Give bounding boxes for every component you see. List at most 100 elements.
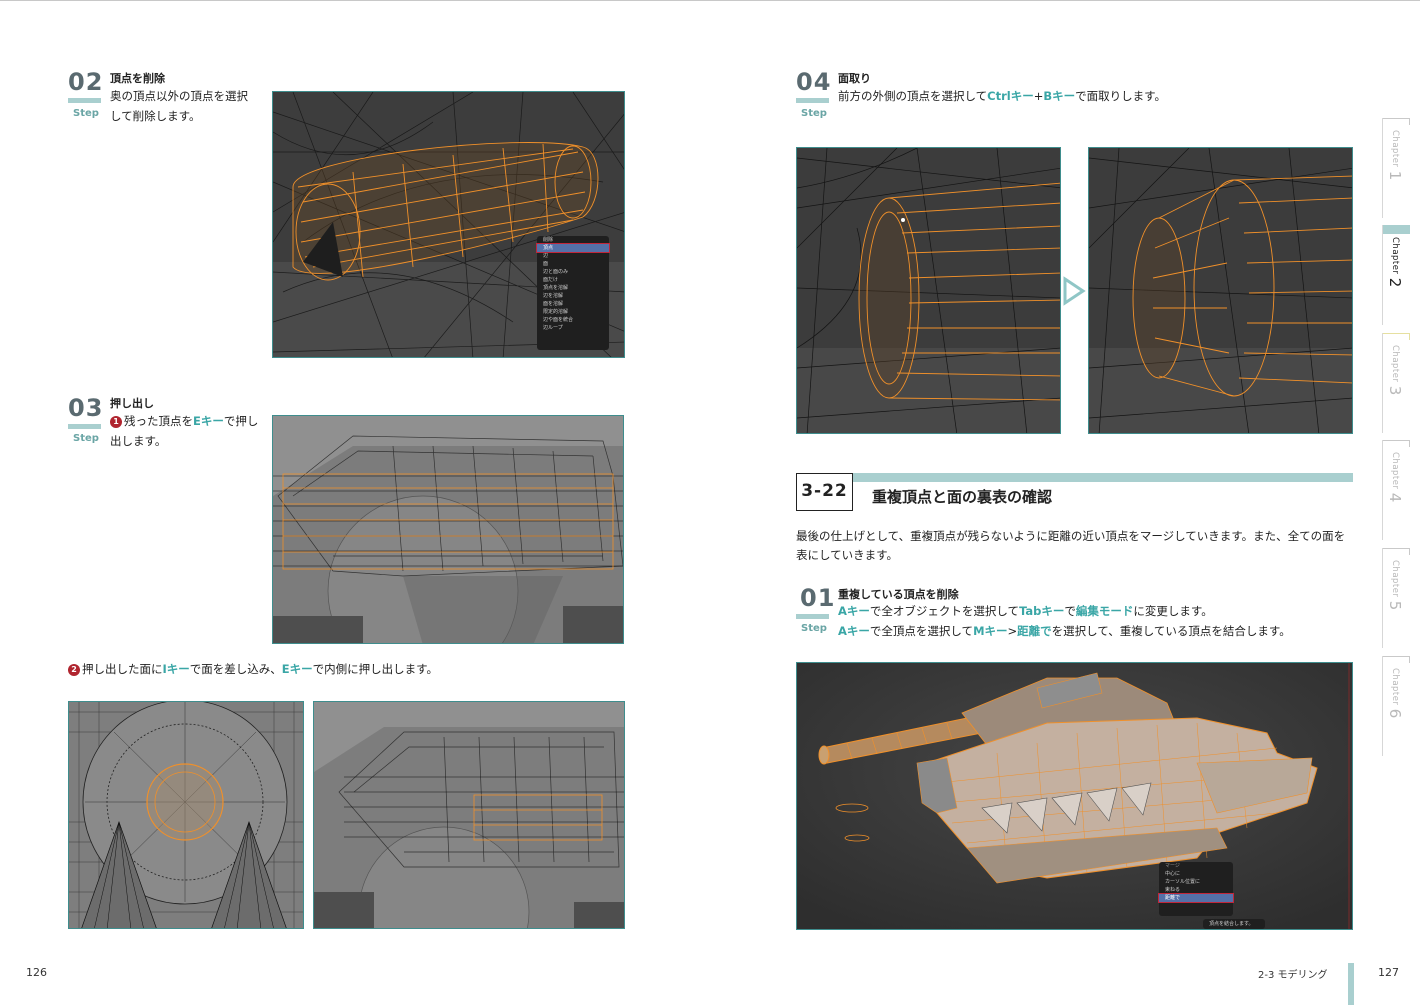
step-label: Step (73, 108, 99, 119)
step-bar (796, 98, 829, 103)
key-highlight: Iキー (162, 662, 190, 676)
menu-item-vertices[interactable]: 頂点 (536, 243, 610, 253)
menu-item[interactable]: 辺と面のみ (537, 268, 609, 276)
key-highlight: Bキー (1043, 89, 1076, 103)
step-body-line: 1 残った頂点をEキーで押し (110, 411, 258, 431)
chapter-number: 6 (1386, 708, 1404, 719)
chapter-number: 5 (1386, 600, 1404, 611)
step-bar (68, 98, 101, 103)
chapter-number: 2 (1386, 277, 1404, 288)
menu-item[interactable]: 束ねる (1159, 886, 1233, 894)
menu-item[interactable]: 辺や面を統合 (537, 316, 609, 324)
chapter-tab-4[interactable]: Chapter 4 (1382, 440, 1410, 540)
key-highlight: Mキー (973, 624, 1008, 638)
text: で全オブジェクトを選択して (869, 604, 1020, 618)
step-body-line: Aキーで全オブジェクトを選択してTabキーで編集モードに変更します。 (838, 601, 1291, 621)
delete-menu: 削除 頂点 辺 面 辺と面のみ 面だけ 頂点を溶解 辺を溶解 面を溶解 限定的溶… (536, 236, 610, 350)
key-highlight: Aキー (838, 604, 870, 618)
chapter-word: Chapter (1390, 345, 1400, 383)
chapter-number: 4 (1386, 492, 1404, 503)
menu-title: マージ (1165, 863, 1180, 869)
step-body: 1 残った頂点をEキーで押し 出します。 (110, 411, 258, 451)
footer-bar (1348, 963, 1354, 1005)
step-body-line: 出します。 (110, 434, 167, 448)
key-highlight: Tabキー (1019, 604, 1065, 618)
step-title: 重複している頂点を削除 (838, 588, 959, 601)
chapter-number: 3 (1386, 385, 1404, 396)
step-bar (68, 424, 101, 429)
circled-number-marker: 1 (110, 416, 122, 428)
menu-item[interactable]: 中心に (1159, 870, 1233, 878)
screenshot-inset-front (68, 701, 304, 929)
menu-item[interactable]: 限定的溶解 (537, 308, 609, 316)
menu-item[interactable]: 面 (537, 260, 609, 268)
page-number-left: 126 (26, 966, 47, 979)
chapter-tab-top (1382, 225, 1410, 234)
step-body: 前方の外側の頂点を選択してCtrlキー+Bキーで面取りします。 (838, 86, 1166, 106)
text: に変更します。 (1133, 604, 1213, 618)
play-arrow-icon (1063, 276, 1086, 306)
chapter-label: Chapter 4 (1386, 452, 1404, 503)
chapter-tab-2[interactable]: Chapter 2 (1382, 225, 1410, 325)
chapter-number: 1 (1386, 170, 1404, 181)
circled-number-marker: 2 (68, 664, 80, 676)
step-body-line: Aキーで全頂点を選択してMキー>距離でを選択して、重複している頂点を結合します。 (838, 621, 1291, 641)
step-title: 押し出し (110, 397, 154, 410)
merge-menu: マージ 中心に カーソル位置に 束ねる 距離で (1158, 862, 1234, 916)
step-bar (796, 614, 829, 619)
chapter-tab-top (1382, 656, 1410, 663)
menu-item[interactable]: 辺 (537, 252, 609, 260)
chapter-tab-1[interactable]: Chapter 1 (1382, 118, 1410, 218)
screenshot-extrude (272, 415, 624, 644)
step-body: Aキーで全オブジェクトを選択してTabキーで編集モードに変更します。 Aキーで全… (838, 601, 1291, 641)
menu-item[interactable]: 面を溶解 (537, 300, 609, 308)
text: で面を差し込み、 (189, 662, 282, 676)
menu-item[interactable]: 辺を溶解 (537, 292, 609, 300)
key-highlight: Ctrlキー (987, 89, 1034, 103)
chapter-tab-side (1382, 118, 1383, 218)
chapter-label: Chapter 3 (1386, 345, 1404, 396)
step-body-line: して削除します。 (110, 109, 201, 123)
screenshot-inset-side (313, 701, 625, 929)
screenshot-merge-vertices: マージ 中心に カーソル位置に 束ねる 距離で 頂点を結合します。 (796, 662, 1353, 930)
step-number: 04 (796, 68, 832, 96)
step-title: 頂点を削除 (110, 72, 165, 85)
chapter-tab-side (1382, 333, 1383, 433)
menu-title: 削除 (543, 237, 554, 243)
menu-item-by-distance[interactable]: 距離で (1158, 893, 1234, 903)
chapter-tab-5[interactable]: Chapter 5 (1382, 548, 1410, 648)
step-body: 奥の頂点以外の頂点を選択 して削除します。 (110, 86, 248, 126)
chapter-tab-top (1382, 118, 1410, 125)
text: 押し出した面に (82, 662, 163, 676)
footer-section-label: 2-3 モデリング (1258, 970, 1328, 981)
tooltip-text: 頂点を結合します。 (1209, 921, 1254, 927)
chapter-tab-side (1382, 656, 1383, 756)
key-highlight: Eキー (281, 662, 313, 676)
text: > (1007, 624, 1018, 638)
menu-item[interactable]: 面だけ (537, 276, 609, 284)
step-title: 面取り (838, 72, 871, 85)
chapter-label: Chapter 1 (1386, 130, 1404, 181)
chapter-label: Chapter 5 (1386, 560, 1404, 611)
key-highlight: Eキー (193, 414, 224, 428)
chapter-tab-6[interactable]: Chapter 6 (1382, 656, 1410, 756)
text: で押し (223, 414, 259, 428)
chapter-tab-3[interactable]: Chapter 3 (1382, 333, 1410, 433)
page-number-right: 127 (1378, 966, 1399, 979)
chapter-word: Chapter (1390, 560, 1400, 598)
chapter-tab-side (1382, 225, 1383, 325)
step-label: Step (801, 623, 827, 634)
key-highlight: 編集モード (1075, 604, 1134, 618)
text: で (1064, 604, 1076, 618)
menu-item[interactable]: 辺ループ (537, 324, 609, 332)
chapter-tab-top (1382, 333, 1410, 340)
chapter-label: Chapter 2 (1386, 237, 1404, 288)
menu-item[interactable]: カーソル位置に (1159, 878, 1233, 886)
chapter-tab-top (1382, 440, 1410, 447)
chapter-word: Chapter (1390, 668, 1400, 706)
note-inset-extrude: 2 押し出した面にIキーで面を差し込み、Eキーで内側に押し出します。 (68, 659, 438, 679)
section-paragraph: 最後の仕上げとして、重複頂点が残らないように距離の近い頂点をマージしていきます。… (796, 529, 1346, 562)
menu-item[interactable]: 頂点を溶解 (537, 284, 609, 292)
chapter-tab-top (1382, 548, 1410, 555)
step-number: 03 (68, 394, 104, 422)
